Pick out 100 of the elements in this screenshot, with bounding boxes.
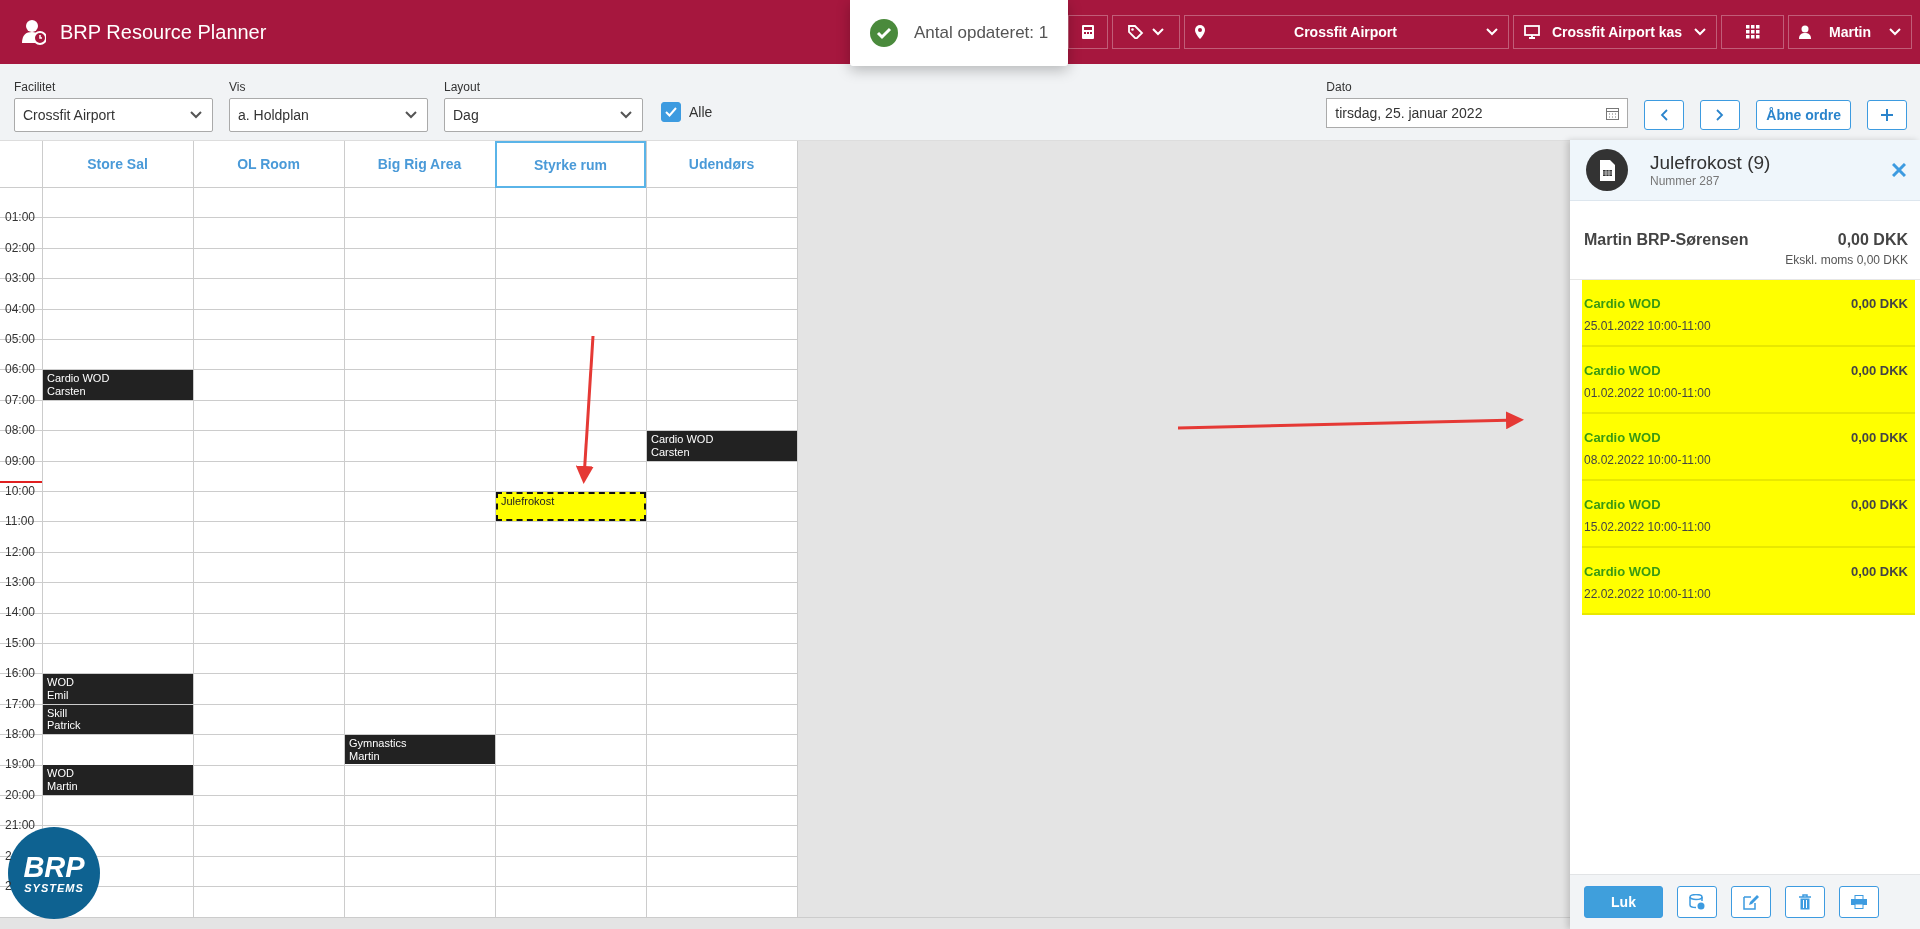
check-circle-icon (870, 19, 898, 47)
toolbar-button[interactable] (1068, 15, 1108, 49)
event-block[interactable]: WOD Martin (43, 765, 193, 795)
caret-icon (405, 111, 417, 119)
field-label: Facilitet (14, 80, 57, 94)
event-instructor: Carsten (47, 385, 87, 398)
toast-message: Antal opdateret: 1 (914, 23, 1049, 43)
event-instructor: Carsten (651, 445, 691, 459)
time-label: 07:00 (5, 392, 36, 407)
logo-text: BRP (23, 852, 85, 882)
line-title: Cardio WOD (1584, 430, 1662, 445)
line-title: Cardio WOD (1584, 497, 1662, 512)
caret-icon (620, 111, 632, 119)
time-label: 16:00 (5, 666, 36, 681)
dropdown[interactable]: Dag (444, 98, 643, 132)
order-total: 0,00 DKK (1837, 231, 1908, 249)
time-label: 11:00 (5, 514, 35, 529)
chevron-left-icon (1660, 109, 1669, 121)
event-instructor: Patrick (47, 719, 82, 732)
time-label: 20:00 (5, 787, 36, 802)
document-icon (1586, 149, 1628, 191)
event-block[interactable]: Cardio WOD Carsten (647, 431, 797, 461)
calendar-icon (1606, 106, 1620, 120)
time-label: 06:00 (5, 362, 36, 377)
edit-button[interactable] (1731, 886, 1771, 918)
event-title: WOD (47, 767, 75, 781)
print-button[interactable] (1839, 886, 1879, 918)
time-label: 02:00 (5, 240, 36, 255)
invoice-button[interactable] (1677, 886, 1717, 918)
delete-button[interactable] (1785, 886, 1825, 918)
line-title: Cardio WOD (1584, 564, 1662, 579)
checkbox-label: Alle (689, 104, 713, 120)
line-price: 0,00 DKK (1850, 564, 1908, 581)
logo-text: SYSTEMS (24, 881, 84, 894)
edit-icon (1743, 894, 1759, 910)
booking-block[interactable]: Julefrokost (496, 491, 646, 522)
excl-vat-total: Ekskl. moms 0,00 DKK (1785, 253, 1908, 267)
line-title: Cardio WOD (1584, 296, 1662, 311)
event-block[interactable]: Gymnastics Martin (345, 735, 495, 765)
toolbar-button[interactable] (1721, 15, 1784, 49)
user-clock-icon (22, 19, 46, 45)
check-icon (665, 107, 677, 117)
selector-button[interactable]: Crossfit Airport (1184, 15, 1509, 49)
event-title: Gymnastics (349, 737, 408, 750)
checkbox[interactable] (661, 102, 681, 122)
event-instructor: Martin (349, 749, 381, 763)
time-label: 15:00 (5, 635, 36, 650)
previous-button[interactable] (1644, 100, 1685, 130)
customer-name: Martin BRP-Sørensen (1584, 231, 1749, 250)
dropdown[interactable]: Crossfit Airport (14, 98, 213, 132)
time-label: 19:00 (5, 757, 36, 772)
user-menu-button[interactable]: Martin (1788, 15, 1912, 49)
toolbar-button[interactable] (1112, 15, 1180, 49)
date-field[interactable]: tirsdag, 25. januar 2022 (1326, 98, 1629, 128)
add-button[interactable] (1867, 100, 1907, 130)
time-label: 14:00 (5, 605, 36, 620)
time-label: 08:00 (5, 423, 36, 438)
plus-icon (1881, 109, 1893, 121)
event-block[interactable]: WOD Emil (43, 674, 193, 704)
field-label: Layout (444, 80, 482, 94)
line-price: 0,00 DKK (1850, 296, 1908, 313)
caret-icon (190, 111, 202, 119)
time-label: 12:00 (5, 544, 36, 559)
time-label: 2 (5, 848, 12, 863)
location-pin-icon (1195, 25, 1205, 39)
time-label: 09:00 (5, 453, 36, 468)
dropdown[interactable]: a. Holdplan (229, 98, 428, 132)
time-label: 01:00 (5, 210, 36, 225)
event-title: Cardio WOD (47, 372, 111, 385)
time-label: 21:00 (5, 818, 36, 833)
time-label: 04:00 (5, 301, 36, 316)
event-title: Cardio WOD (651, 433, 715, 446)
field-label: Dato (1326, 80, 1353, 94)
line-date: 15.02.2022 10:00-11:00 (1584, 520, 1711, 534)
open-orders-button[interactable]: Åbne ordre (1756, 100, 1851, 130)
chevron-right-icon (1716, 109, 1725, 121)
event-instructor: Emil (47, 688, 70, 702)
time-label: 05:00 (5, 331, 36, 346)
line-price: 0,00 DKK (1850, 363, 1908, 380)
trash-icon (1799, 894, 1811, 910)
close-icon[interactable] (1892, 163, 1906, 177)
time-label: 03:00 (5, 271, 36, 286)
time-label: 10:00 (5, 483, 36, 498)
event-title: WOD (47, 676, 75, 689)
user-icon (1799, 25, 1811, 39)
line-date: 22.02.2022 10:00-11:00 (1584, 587, 1711, 601)
event-block[interactable]: Skill Patrick (43, 704, 193, 735)
line-date: 08.02.2022 10:00-11:00 (1584, 453, 1711, 467)
line-date: 25.01.2022 10:00-11:00 (1584, 319, 1711, 333)
event-instructor: Martin (47, 780, 79, 793)
calculator-icon (1082, 25, 1094, 39)
panel-title: Julefrokost (9) (1650, 152, 1772, 174)
time-label: 13:00 (5, 575, 36, 590)
time-label: 2 (5, 879, 12, 893)
app-title: BRP Resource Planner (60, 20, 267, 44)
line-price: 0,00 DKK (1850, 430, 1908, 447)
selector-button[interactable]: Crossfit Airport kas (1513, 15, 1717, 49)
grid-icon (1745, 25, 1760, 39)
next-button[interactable] (1700, 100, 1741, 130)
event-block[interactable]: Cardio WOD Carsten (43, 370, 193, 400)
